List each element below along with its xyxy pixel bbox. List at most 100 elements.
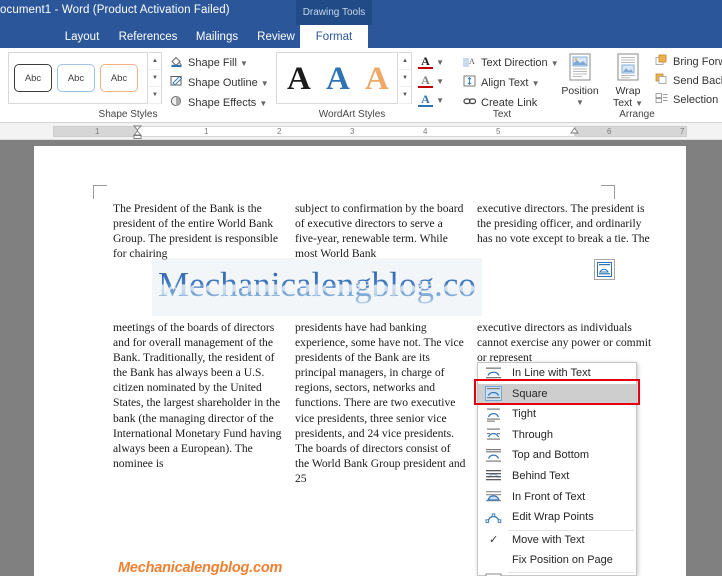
- right-indent-marker[interactable]: [570, 125, 579, 139]
- selection-pane-button[interactable]: Selection Pane: [655, 92, 722, 108]
- wordart-more-button[interactable]: ▼: [399, 87, 411, 104]
- chevron-down-icon[interactable]: ▼: [436, 58, 444, 67]
- wordart-preset-2[interactable]: A: [326, 55, 350, 103]
- contextual-tab-group-label: Drawing Tools: [296, 0, 372, 25]
- ruler-number: 6: [607, 127, 612, 136]
- shape-styles-gallery[interactable]: Abc Abc Abc: [8, 52, 148, 104]
- wordart-object[interactable]: Mechanicalengblog.com Mechanicalengblog.…: [158, 264, 503, 328]
- menu-item-through[interactable]: Through: [478, 425, 636, 446]
- wrap-through-icon: [485, 427, 502, 442]
- group-label-wordart-styles: WordArt Styles: [318, 109, 386, 120]
- chevron-down-icon[interactable]: ▼: [261, 79, 269, 88]
- wordart-gallery-scroller[interactable]: ▲ ▼ ▼: [399, 52, 412, 104]
- shape-styles-gallery-scroller[interactable]: ▲ ▼ ▼: [149, 52, 162, 104]
- shape-style-preset-1[interactable]: Abc: [14, 64, 52, 92]
- svg-text:A: A: [469, 57, 475, 66]
- ruler-number: 7: [680, 127, 685, 136]
- selection-pane-icon: [655, 92, 670, 105]
- menu-item-label: Edit Wrap Points: [512, 511, 594, 524]
- text-fill-button[interactable]: A ▼: [418, 54, 452, 71]
- gallery-more-button[interactable]: ▼: [149, 87, 161, 104]
- wrap-text-label-line1: Wrap: [615, 85, 641, 97]
- page-watermark: Mechanicalengblog.com: [118, 560, 283, 576]
- tab-review[interactable]: Review: [251, 25, 301, 48]
- selection-pane-label: Selection Pane: [673, 94, 722, 106]
- tab-layout[interactable]: Layout: [57, 25, 107, 48]
- text-direction-icon: ||| A: [463, 55, 478, 68]
- document-title: ocument1 - Word (Product Activation Fail…: [0, 4, 230, 16]
- word-application-window: ocument1 - Word (Product Activation Fail…: [0, 0, 722, 576]
- shape-style-preset-2[interactable]: Abc: [57, 64, 95, 92]
- wrap-infront-icon: [485, 489, 502, 504]
- position-label: Position: [561, 85, 599, 97]
- wordart-preset-1[interactable]: A: [287, 55, 311, 103]
- wrap-text-button[interactable]: Wrap Text ▼: [605, 53, 651, 110]
- shape-effects-icon: [170, 95, 185, 108]
- chevron-down-icon[interactable]: ▼: [436, 77, 444, 86]
- paragraph-col3-bottom: executive directors as individuals canno…: [477, 321, 652, 365]
- layout-options-button[interactable]: [594, 259, 615, 280]
- shape-outline-button[interactable]: Shape Outline ▼: [170, 75, 269, 91]
- text-direction-label: Text Direction: [481, 57, 548, 69]
- wrap-text-dropdown-menu[interactable]: In Line with Text Square Tight Through T…: [477, 362, 637, 576]
- wordart-preset-3[interactable]: A: [365, 55, 389, 103]
- left-indent-marker[interactable]: [133, 125, 142, 139]
- ruler-number: 2: [277, 127, 282, 136]
- paragraph-col2-top: subject to confirmation by the board of …: [295, 202, 464, 261]
- chevron-down-icon[interactable]: ▼: [259, 99, 267, 108]
- paragraph-col3-top: executive directors. The president is th…: [477, 202, 650, 246]
- ruler-number: 1: [204, 127, 209, 136]
- menu-item-label: Move with Text: [512, 533, 585, 546]
- align-text-label: Align Text: [481, 77, 529, 89]
- bring-forward-label: Bring Forward: [673, 56, 722, 68]
- menu-item-more-layout-options[interactable]: More Layout Options: [478, 571, 636, 576]
- menu-item-top-and-bottom[interactable]: Top and Bottom: [478, 445, 636, 466]
- shape-outline-label: Shape Outline: [188, 77, 258, 89]
- gallery-scroll-down-button[interactable]: ▼: [149, 70, 161, 87]
- menu-item-label: Tight: [512, 408, 537, 421]
- ruler-number: 3: [350, 127, 355, 136]
- wordart-scroll-down-button[interactable]: ▼: [399, 70, 411, 87]
- shape-style-preset-3[interactable]: Abc: [100, 64, 138, 92]
- wrap-tight-icon: [485, 407, 502, 422]
- menu-item-label: Square: [512, 387, 548, 400]
- title-bar: ocument1 - Word (Product Activation Fail…: [0, 0, 722, 25]
- send-backward-button[interactable]: Send Backward: [655, 73, 722, 89]
- ruler-number: 5: [496, 127, 501, 136]
- bring-forward-icon: [655, 54, 670, 67]
- position-button[interactable]: Position ▼: [557, 53, 603, 109]
- tab-format[interactable]: Format: [300, 25, 368, 48]
- menu-item-square[interactable]: Square: [478, 383, 636, 405]
- group-label-arrange: Arrange: [619, 109, 655, 120]
- align-text-button[interactable]: Align Text ▼: [463, 75, 539, 91]
- edit-wrap-points-icon: [485, 510, 502, 525]
- chevron-down-icon[interactable]: ▼: [436, 96, 444, 105]
- horizontal-ruler[interactable]: 1 1 2 3 4 5 6 7: [0, 123, 722, 140]
- menu-item-in-front-of-text[interactable]: In Front of Text: [478, 487, 636, 508]
- checkmark-icon: ✓: [489, 533, 499, 546]
- menu-item-in-line-with-text[interactable]: In Line with Text: [478, 363, 636, 384]
- menu-item-edit-wrap-points[interactable]: Edit Wrap Points: [478, 507, 636, 528]
- chevron-down-icon[interactable]: ▼: [240, 59, 248, 68]
- bring-forward-button[interactable]: Bring Forward: [655, 54, 722, 70]
- shape-fill-button[interactable]: Shape Fill ▼: [170, 55, 248, 71]
- menu-item-behind-text[interactable]: Behind Text: [478, 466, 636, 487]
- wordart-styles-gallery[interactable]: A A A: [276, 52, 398, 104]
- menu-item-fix-position-on-page[interactable]: Fix Position on Page: [478, 550, 636, 571]
- wordart-scroll-up-button[interactable]: ▲: [399, 53, 411, 70]
- text-effects-button[interactable]: A ▼: [418, 92, 452, 109]
- ruler-number: 1: [95, 127, 100, 136]
- tab-mailings[interactable]: Mailings: [189, 25, 245, 48]
- chevron-down-icon[interactable]: ▼: [532, 79, 540, 88]
- menu-item-label: In Front of Text: [512, 490, 586, 503]
- text-direction-button[interactable]: ||| A Text Direction ▼: [463, 55, 559, 71]
- text-outline-button[interactable]: A ▼: [418, 73, 452, 90]
- menu-item-tight[interactable]: Tight: [478, 404, 636, 425]
- create-link-icon: [463, 95, 478, 108]
- paint-bucket-icon: [170, 55, 185, 68]
- gallery-scroll-up-button[interactable]: ▲: [149, 53, 161, 70]
- tab-references[interactable]: References: [113, 25, 183, 48]
- text-outline-icon: A: [418, 73, 433, 88]
- menu-item-move-with-text[interactable]: ✓ Move with Text: [478, 530, 636, 551]
- chevron-down-icon[interactable]: ▼: [635, 99, 643, 108]
